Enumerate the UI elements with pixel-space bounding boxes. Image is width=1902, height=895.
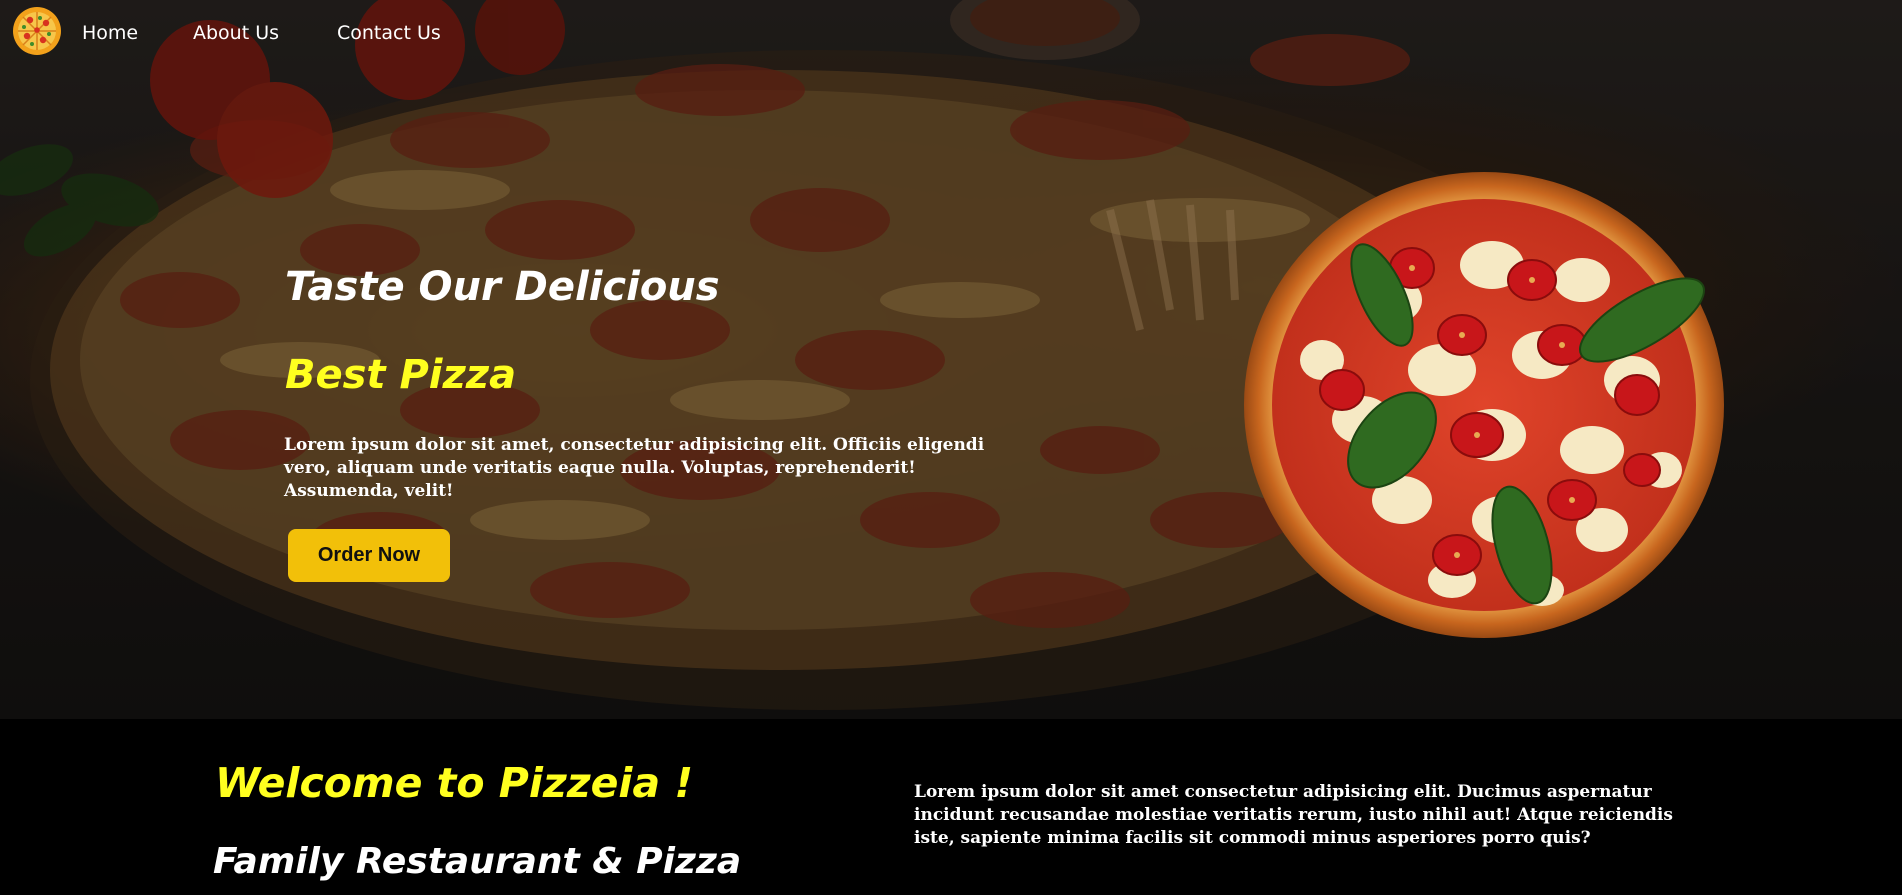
nav-about-link[interactable]: About Us bbox=[193, 22, 279, 44]
top-navigation: Home About Us Contact Us bbox=[0, 0, 600, 64]
order-now-button[interactable]: Order Now bbox=[288, 529, 450, 582]
hero-subtitle: Best Pizza bbox=[285, 352, 517, 398]
pizza-logo-icon[interactable] bbox=[12, 6, 62, 56]
hero-section: Home About Us Contact Us Taste Our Delic… bbox=[0, 0, 1902, 719]
pizza-image bbox=[1244, 172, 1724, 638]
welcome-subtitle: Family Restaurant & Pizza bbox=[213, 841, 742, 882]
hero-description: Lorem ipsum dolor sit amet, consectetur … bbox=[284, 435, 985, 501]
hero-title: Taste Our Delicious bbox=[285, 264, 720, 310]
nav-home-link[interactable]: Home bbox=[82, 22, 138, 44]
welcome-title: Welcome to Pizzeia ! bbox=[215, 759, 694, 807]
welcome-section: Welcome to Pizzeia ! Family Restaurant &… bbox=[0, 719, 1902, 895]
welcome-description: Lorem ipsum dolor sit amet consectetur a… bbox=[914, 782, 1673, 848]
nav-contact-link[interactable]: Contact Us bbox=[337, 22, 441, 44]
